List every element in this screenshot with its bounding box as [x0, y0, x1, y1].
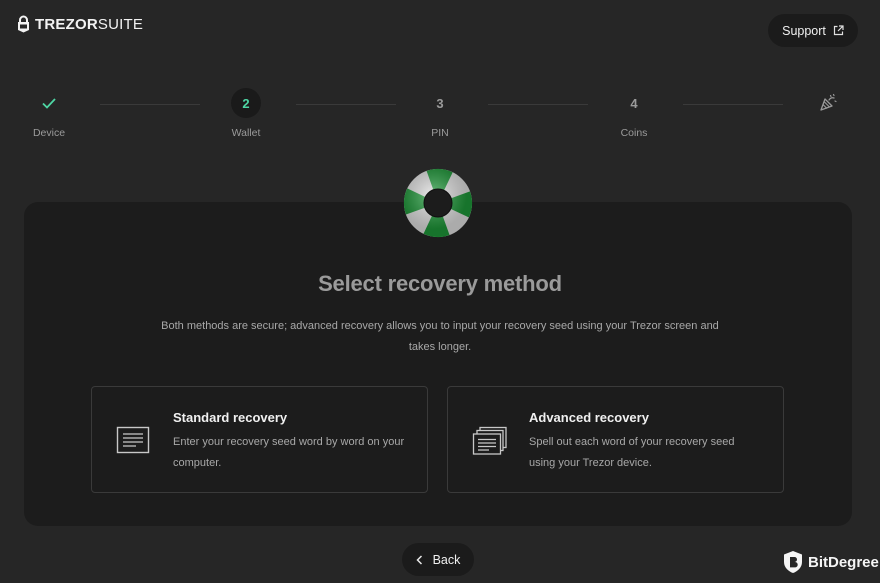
standard-recovery-description: Enter your recovery seed word by word on…: [173, 436, 405, 469]
step-wallet-number: 2: [231, 88, 261, 118]
step-pin: 3 PIN: [400, 88, 480, 140]
support-button[interactable]: Support: [768, 14, 858, 47]
onboarding-stepper: Device 2 Wallet 3 PIN 4 Coins: [0, 88, 880, 148]
step-pin-label: PIN: [431, 127, 449, 139]
step-coins-label: Coins: [620, 127, 648, 139]
advanced-recovery-description: Spell out each word of your recovery see…: [529, 436, 735, 469]
bitdegree-watermark: BitDegree: [783, 550, 879, 574]
page-description: Both methods are secure; advanced recove…: [145, 316, 735, 358]
page-title: Select recovery method: [318, 271, 562, 296]
logo-text-suite: SUITE: [97, 15, 144, 33]
stacked-documents-icon: [472, 426, 507, 455]
stepper-connector: [683, 104, 783, 105]
step-device-label: Device: [32, 127, 66, 139]
chevron-left-icon: [416, 554, 422, 565]
step-final: [788, 88, 868, 118]
external-link-icon: [833, 25, 844, 36]
step-pin-number: 3: [436, 95, 444, 111]
step-device-indicator: [34, 88, 64, 118]
document-icon: [116, 426, 150, 454]
advanced-recovery-option[interactable]: Advanced recovery Spell out each word of…: [447, 386, 784, 493]
step-device: Device: [9, 88, 89, 139]
description-line-2: takes longer.: [408, 341, 472, 353]
back-button-label: Back: [432, 552, 461, 567]
stepper-connector: [100, 104, 200, 105]
trezor-lock-icon: [18, 15, 29, 33]
step-coins: 4 Coins: [594, 88, 674, 140]
stepper-connector: [296, 104, 396, 105]
standard-recovery-option[interactable]: Standard recovery Enter your recovery se…: [91, 386, 428, 493]
step-wallet: 2 Wallet: [206, 88, 286, 139]
description-line-1: Both methods are secure; advanced recove…: [161, 320, 719, 332]
trezor-suite-logo: TREZORSUITE: [17, 15, 143, 33]
support-button-label: Support: [782, 23, 826, 38]
step-wallet-label: Wallet: [231, 127, 261, 139]
lifebuoy-icon: [404, 169, 472, 237]
bitdegree-watermark-text: BitDegree: [808, 553, 879, 571]
logo-text-trezor: TREZOR: [35, 15, 98, 33]
step-coins-number: 4: [630, 95, 638, 111]
party-popper-icon: [820, 93, 837, 111]
checkmark-icon: [42, 97, 56, 109]
stepper-connector: [488, 104, 588, 105]
standard-recovery-title: Standard recovery: [173, 410, 288, 425]
back-button[interactable]: Back: [402, 543, 474, 576]
advanced-recovery-title: Advanced recovery: [529, 410, 649, 425]
bitdegree-shield-icon: [784, 551, 802, 573]
